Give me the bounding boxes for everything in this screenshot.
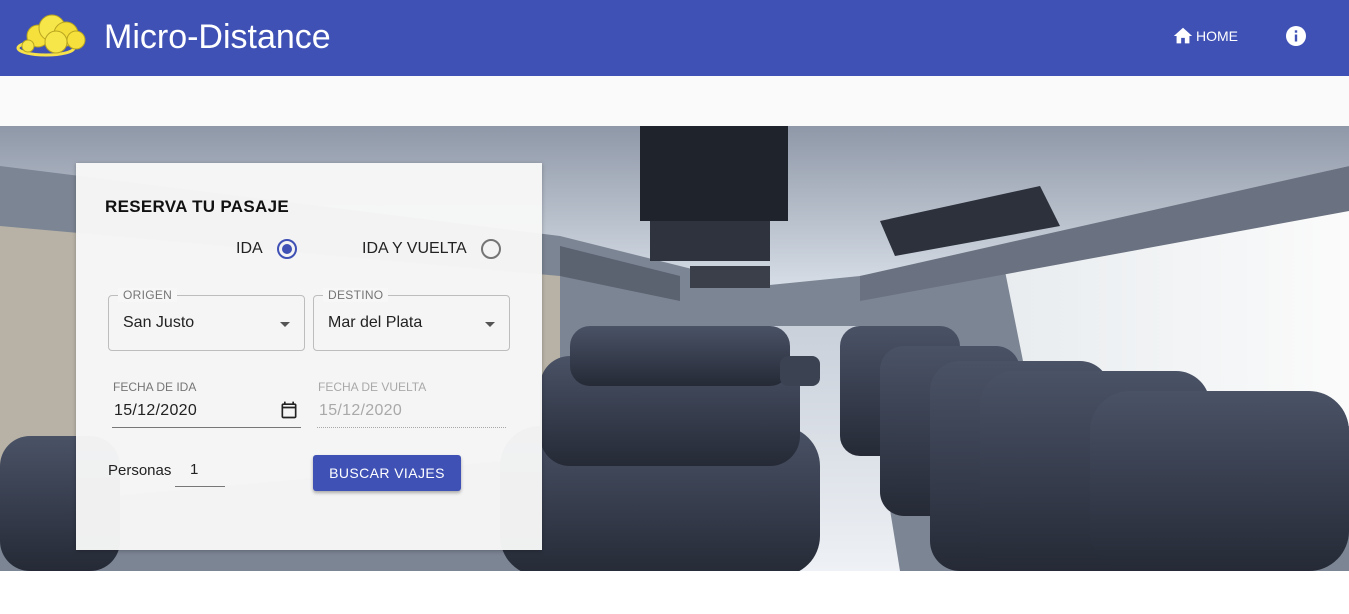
- radio-ida-label: IDA: [236, 240, 263, 257]
- departure-date-value: 15/12/2020: [114, 402, 198, 419]
- radio-ida-y-vuelta[interactable]: IDA Y VUELTA: [362, 239, 501, 259]
- radio-ida-y-vuelta-control[interactable]: [480, 239, 501, 259]
- return-date-value: 15/12/2020: [319, 402, 403, 419]
- people-input[interactable]: 1: [175, 455, 225, 487]
- return-date-field: FECHA DE VUELTA 15/12/2020: [317, 378, 506, 428]
- destination-value: Mar del Plata: [328, 314, 423, 331]
- radio-ida[interactable]: IDA: [236, 239, 297, 259]
- cloud-logo-icon[interactable]: [16, 10, 90, 62]
- dropdown-arrow-icon: [485, 322, 495, 327]
- app-title: Micro-Distance: [104, 18, 331, 56]
- nav-home-button[interactable]: HOME: [1172, 25, 1238, 47]
- calendar-icon[interactable]: [279, 400, 299, 420]
- destination-select[interactable]: DESTINO Mar del Plata: [313, 288, 510, 351]
- toolbar-spacer: [0, 76, 1349, 126]
- app-bar: Micro-Distance HOME: [0, 0, 1349, 76]
- destination-label: DESTINO: [323, 288, 389, 302]
- origin-value: San Justo: [123, 314, 195, 331]
- search-trips-button[interactable]: BUSCAR VIAJES: [313, 455, 461, 491]
- booking-title: RESERVA TU PASAJE: [105, 197, 289, 216]
- radio-ida-y-vuelta-label: IDA Y VUELTA: [362, 240, 467, 257]
- booking-card: RESERVA TU PASAJE IDA IDA Y VUELTA ORIGE…: [76, 163, 542, 550]
- info-icon[interactable]: [1284, 24, 1308, 48]
- home-icon: [1173, 27, 1193, 44]
- departure-date-underline: [112, 427, 301, 428]
- departure-date-label: FECHA DE IDA: [113, 380, 197, 394]
- return-date-underline: [317, 427, 506, 428]
- nav-home-label: HOME: [1196, 28, 1238, 44]
- departure-date-field[interactable]: FECHA DE IDA 15/12/2020: [112, 378, 301, 428]
- origin-select[interactable]: ORIGEN San Justo: [108, 288, 305, 351]
- people-value: 1: [190, 461, 199, 478]
- people-label: Personas: [108, 462, 172, 479]
- return-date-label: FECHA DE VUELTA: [318, 380, 427, 394]
- origin-label: ORIGEN: [118, 288, 178, 302]
- radio-ida-control[interactable]: [276, 239, 297, 259]
- dropdown-arrow-icon: [280, 322, 290, 327]
